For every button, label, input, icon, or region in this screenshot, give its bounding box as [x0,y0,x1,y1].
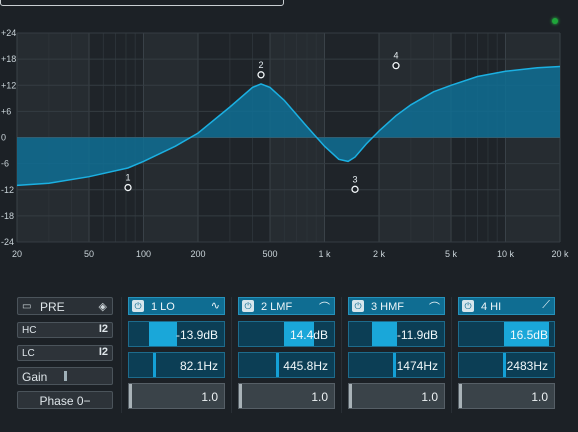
band-2-frequency-value: 445.8Hz [283,359,328,373]
band-4-q[interactable]: 1.0 [458,383,555,409]
x-tick-label: 200 [190,249,205,259]
band-1-gain[interactable]: -13.9dB [128,321,225,347]
pre-header[interactable]: ▭ PRE ◈ [17,297,113,315]
highcut-slope-icon[interactable]: I2 [99,323,108,335]
phase-label: Phase 0− [39,394,91,408]
band-1-frequency-value: 82.1Hz [179,359,218,373]
power-icon[interactable]: ⏻ [352,300,364,312]
band-3-gain[interactable]: -11.9dB [348,321,445,347]
pre-gain-label: Gain [22,370,48,384]
x-tick-label: 20 [12,249,22,259]
band-1-gain-value: -13.9dB [175,328,218,342]
x-tick-label: 2 k [373,249,386,259]
y-tick-label: +18 [1,54,16,64]
y-tick-label: -6 [1,159,9,169]
eq-graph[interactable]: +24 +18 +12 +6 0 -6 -12 -18 -24 20 50 100 200 500 1 k 2… [0,0,578,262]
band-3-name: 3 HMF [371,301,404,313]
lowcut-slope-icon[interactable]: I2 [99,346,108,358]
band-node-label: 1 [126,173,131,183]
band-2-header[interactable]: ⏻ 2 LMF ⌒ [238,297,335,315]
power-icon[interactable]: ⏻ [242,300,254,312]
pre-title: PRE [40,300,65,314]
peak-icon[interactable]: ⌒ [319,299,330,315]
band-node-4[interactable] [392,62,400,70]
phase-button[interactable]: Phase 0− [17,391,113,409]
band-2-frequency[interactable]: 445.8Hz [238,352,335,378]
x-tick-label: 100 [136,249,151,259]
y-tick-label: +6 [1,106,11,116]
y-tick-label: 0 [1,133,6,143]
x-tick-label: 10 k [497,249,515,259]
band-node-label: 4 [393,51,398,61]
band-node-3[interactable] [351,185,359,193]
band-4: ⏻ 4 HI ⟋ 16.5dB 2483Hz 1.0 [458,297,555,411]
pre-bypass-icon[interactable]: ▭ [22,301,31,312]
x-tick-label: 5 k [445,249,458,259]
band-3-q[interactable]: 1.0 [348,383,445,409]
x-tick-label: 50 [84,249,94,259]
divider [341,297,342,413]
band-1-frequency[interactable]: 82.1Hz [128,352,225,378]
band-4-q-value: 1.0 [531,390,548,404]
band-node-2[interactable] [257,71,265,79]
band-3-q-value: 1.0 [421,390,438,404]
highcut-label: HC [22,325,37,336]
lowcut-label: LC [22,348,35,359]
band-3-gain-value: -11.9dB [396,328,438,342]
band-node-label: 3 [353,174,358,184]
x-tick-label: 500 [263,249,278,259]
band-3-header[interactable]: ⏻ 3 HMF ⌒ [348,297,445,315]
divider [451,297,452,413]
pre-gain-slider[interactable]: Gain [17,367,113,385]
band-2-q[interactable]: 1.0 [238,383,335,409]
band-2-q-value: 1.0 [311,390,328,404]
band-node-1[interactable] [124,183,132,192]
highcut-filter[interactable]: HC I2 [17,322,113,338]
band-3-frequency[interactable]: 1474Hz [348,352,445,378]
band-4-header[interactable]: ⏻ 4 HI ⟋ [458,297,555,315]
power-icon[interactable]: ⏻ [132,300,144,312]
band-2-gain-value: 14.4dB [289,328,328,342]
high-shelf-icon[interactable]: ⟋ [542,299,550,312]
power-icon[interactable]: ⏻ [462,300,474,312]
status-led [552,18,558,24]
band-3: ⏻ 3 HMF ⌒ -11.9dB 1474Hz 1.0 [348,297,445,411]
peak-icon[interactable]: ⌒ [429,299,440,315]
band-1-q[interactable]: 1.0 [128,383,225,409]
band-4-gain-value: 16.5dB [509,328,548,342]
y-tick-label: +24 [1,28,16,38]
band-1-name: 1 LO [151,301,175,313]
band-2-name: 2 LMF [261,301,293,313]
pre-gain-handle[interactable] [64,371,67,381]
eq-display[interactable]: +24 +18 +12 +6 0 -6 -12 -18 -24 20 50 100 200 500 1 k 2… [0,0,578,262]
low-shelf-icon[interactable]: ∿ [211,299,220,312]
y-tick-label: -24 [1,237,14,247]
band-1: ⏻ 1 LO ∿ -13.9dB 82.1Hz 1.0 [128,297,225,411]
lowcut-filter[interactable]: LC I2 [17,345,113,361]
x-tick-label: 20 k [551,249,569,259]
band-4-name: 4 HI [481,301,502,313]
band-4-gain[interactable]: 16.5dB [458,321,555,347]
band-3-frequency-value: 1474Hz [396,359,438,373]
y-tick-label: +12 [1,80,16,90]
x-tick-label: 1 k [319,249,332,259]
y-tick-label: -18 [1,211,14,221]
band-node-label: 2 [259,60,264,70]
divider [231,297,232,413]
divider [121,297,122,413]
band-4-frequency[interactable]: 2483Hz [458,352,555,378]
y-tick-label: -12 [1,185,14,195]
band-2-gain[interactable]: 14.4dB [238,321,335,347]
band-4-frequency-value: 2483Hz [506,359,548,373]
band-2: ⏻ 2 LMF ⌒ 14.4dB 445.8Hz 1.0 [238,297,335,411]
pre-settings-icon[interactable]: ◈ [99,300,107,313]
band-1-header[interactable]: ⏻ 1 LO ∿ [128,297,225,315]
band-1-q-value: 1.0 [201,390,218,404]
